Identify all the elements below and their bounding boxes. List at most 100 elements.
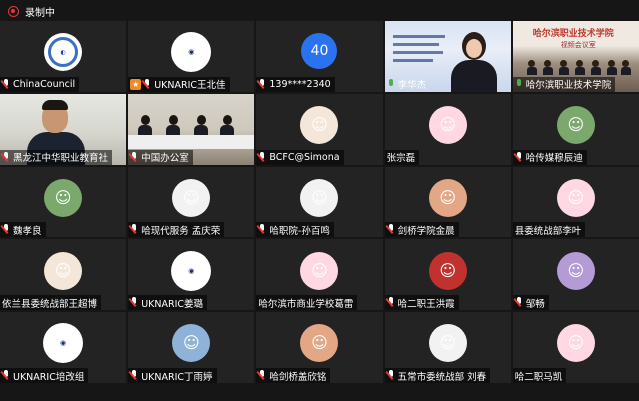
profile-picture-icon: ☺ — [54, 187, 72, 207]
participant-name-bar: 剑桥学院金晨 — [384, 222, 459, 238]
participant-tile[interactable]: ☺ 哈剑桥盖欣铭 — [256, 312, 383, 383]
profile-picture-icon: ☺ — [182, 333, 200, 353]
mic-muted-icon — [130, 224, 139, 235]
participant-tile[interactable]: ☺ 哈职院-孙百鸣 — [256, 166, 383, 238]
participant-avatar: ☺ — [172, 324, 211, 363]
participant-grid: ◐ ChinaCouncil ◉ ★ UKNARIC王北佳 40 139****2340 李华… — [0, 21, 639, 383]
mic-muted-icon — [258, 224, 267, 235]
participant-name: 剑桥学院金晨 — [397, 225, 455, 237]
participant-name: 五常市委统战部 刘春 — [397, 371, 487, 383]
participant-name: 哈职院-孙百鸣 — [269, 225, 330, 237]
participant-name: 邹畅 — [525, 298, 545, 310]
mic-muted-icon — [2, 224, 11, 235]
participant-name: ChinaCouncil — [13, 78, 76, 90]
mic-muted-icon — [387, 297, 396, 308]
participant-avatar: ☺ — [300, 251, 339, 290]
profile-picture-icon: ☺ — [439, 333, 457, 353]
profile-picture-icon: ☺ — [311, 114, 328, 134]
record-icon — [8, 5, 19, 17]
recording-label: 录制中 — [25, 7, 55, 19]
participant-name: 哈现代服务 孟庆荣 — [141, 225, 221, 237]
participant-tile[interactable]: ◐ ChinaCouncil — [0, 21, 127, 92]
participant-tile[interactable]: ☺ 剑桥学院金晨 — [384, 166, 511, 238]
participant-tile[interactable]: ☺ 张宗磊 — [384, 93, 511, 165]
host-badge-icon: ★ — [130, 78, 142, 90]
participant-name-bar: 邹畅 — [512, 295, 549, 311]
participant-avatar: ☺ — [556, 251, 595, 290]
participant-name-bar: 中国办公室 — [128, 149, 193, 165]
profile-picture-icon: ☺ — [311, 187, 328, 207]
profile-picture-icon: ☺ — [311, 260, 328, 280]
profile-picture-icon: ☺ — [567, 114, 585, 134]
participant-tile[interactable]: ☺ 哈二职马凯 — [512, 312, 639, 383]
participant-tile[interactable]: ☺ 五常市委统战部 刘春 — [384, 312, 511, 383]
participant-tile[interactable]: ☺ 依兰县委统战部王超博 — [0, 239, 127, 311]
participant-name-bar: UKNARIC丁雨婷 — [128, 368, 217, 383]
participant-name-bar: 黑龙江中华职业教育社 — [0, 149, 113, 165]
participant-name-bar: 哈尔滨市商业学校葛雷 — [256, 295, 358, 311]
participant-tile[interactable]: ☺ UKNARIC丁雨婷 — [128, 312, 255, 383]
participant-tile[interactable]: 40 139****2340 — [256, 21, 383, 92]
participant-name: UKNARIC姜璐 — [141, 298, 204, 310]
participant-name-bar: 139****2340 — [256, 76, 335, 92]
room-title: 哈尔滨职业技术学院 — [532, 29, 614, 39]
participant-name-bar: 哈传媒穆辰迪 — [512, 149, 587, 165]
participant-name: 哈二职马凯 — [514, 371, 563, 383]
mic-on-icon — [387, 78, 396, 90]
participant-name: 黑龙江中华职业教育社 — [13, 153, 109, 165]
participant-tile[interactable]: 中国办公室 — [128, 93, 255, 165]
participant-tile[interactable]: ☺ 哈尔滨市商业学校葛雷 — [256, 239, 383, 311]
participant-name-bar: 哈二职马凯 — [512, 368, 567, 383]
participant-avatar: ◉ — [171, 250, 212, 291]
participant-avatar: ☺ — [44, 251, 83, 290]
participant-tile[interactable]: ☺ 魏孝良 — [0, 166, 127, 238]
participant-avatar: ☺ — [428, 178, 467, 217]
participant-avatar: ☺ — [300, 105, 339, 144]
participant-avatar: 40 — [301, 32, 338, 69]
participant-tile[interactable]: ☺ 哈二职王洪霞 — [384, 239, 511, 311]
participant-name-bar: BCFC@Simona — [256, 149, 344, 165]
profile-picture-icon: ☺ — [439, 187, 457, 207]
participant-name-bar: 张宗磊 — [384, 149, 420, 165]
mic-muted-icon — [515, 151, 524, 163]
participant-name: 依兰县委统战部王超博 — [2, 298, 98, 310]
participant-avatar: ☺ — [428, 251, 467, 290]
participant-name: 县委统战部李叶 — [514, 225, 582, 237]
participant-avatar: ☺ — [556, 178, 595, 217]
mic-muted-icon — [2, 151, 11, 163]
participant-avatar: ☺ — [300, 178, 339, 217]
participant-name: 张宗磊 — [386, 153, 416, 165]
participant-name: UKNARIC王北佳 — [154, 80, 226, 92]
profile-picture-icon: ☺ — [439, 260, 457, 280]
mic-muted-icon — [258, 151, 267, 163]
participant-tile[interactable]: ☺ 邹畅 — [512, 239, 639, 311]
participant-name: 哈剑桥盖欣铭 — [269, 371, 327, 383]
mic-muted-icon — [2, 78, 11, 90]
participant-tile[interactable]: ◉ ★ UKNARIC王北佳 — [128, 21, 255, 92]
profile-picture-icon: ☺ — [439, 114, 457, 134]
mic-muted-icon — [130, 151, 139, 163]
recording-indicator[interactable]: 录制中 — [8, 3, 55, 19]
profile-picture-icon: ☺ — [567, 187, 585, 207]
participant-avatar: ☺ — [556, 105, 595, 144]
mic-muted-icon — [130, 370, 139, 381]
participant-avatar: ☺ — [428, 324, 467, 363]
participant-name: 139****2340 — [269, 78, 331, 90]
participant-tile[interactable]: 黑龙江中华职业教育社 — [0, 93, 127, 165]
participant-tile[interactable]: 李华杰 — [384, 21, 511, 92]
participant-name: 哈传媒穆辰迪 — [525, 153, 583, 165]
participant-tile[interactable]: ☺ 哈现代服务 孟庆荣 — [128, 166, 255, 238]
participant-tile[interactable]: ◉ UKNARIC姜璐 — [128, 239, 255, 311]
participant-name-bar: ChinaCouncil — [0, 76, 80, 92]
participant-tile[interactable]: ◉ UKNARIC培改组 — [0, 312, 127, 383]
participant-name-bar: 依兰县委统战部王超博 — [0, 295, 102, 311]
participant-tile[interactable]: ☺ 哈传媒穆辰迪 — [512, 93, 639, 165]
participant-tile[interactable]: ☺ BCFC@Simona — [256, 93, 383, 165]
profile-picture-icon: ☺ — [567, 260, 585, 280]
mic-muted-icon — [258, 370, 267, 381]
ukn-logo-icon: ◉ — [188, 48, 195, 57]
participant-tile[interactable]: 哈尔滨职业技术学院 视频会议室 哈尔滨职业技术学院 — [512, 21, 639, 92]
participant-tile[interactable]: ☺ 县委统战部李叶 — [512, 166, 639, 238]
mic-muted-icon — [258, 78, 267, 90]
participant-name-bar: ★ UKNARIC王北佳 — [128, 76, 230, 92]
